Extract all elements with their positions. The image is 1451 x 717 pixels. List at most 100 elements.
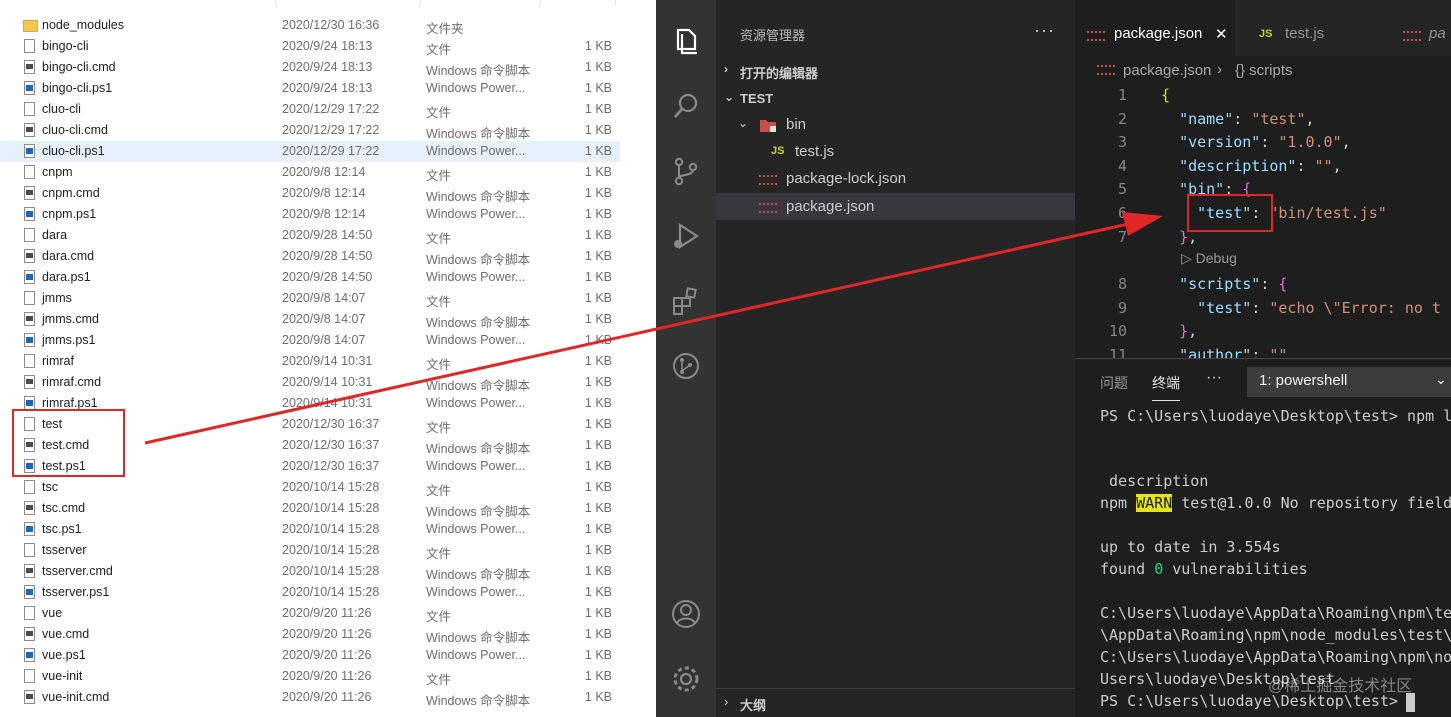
panel-more-button[interactable]: ··· — [1206, 369, 1222, 387]
search-icon[interactable] — [670, 90, 702, 122]
file-size: 1 KB — [584, 606, 612, 620]
ps-file-icon — [24, 396, 35, 410]
cmd-file-icon — [24, 627, 35, 641]
tab-problems[interactable]: 问题 — [1100, 373, 1128, 393]
tab-test-js[interactable]: JS test.js — [1235, 0, 1385, 56]
explorer-files-icon[interactable] — [670, 25, 702, 57]
file-row[interactable]: tsc.ps1 2020/10/14 15:28 Windows Power... 1… — [0, 519, 620, 540]
file-size: 1 KB — [584, 396, 612, 410]
file-row[interactable]: vue 2020/9/20 11:26 文件 1 KB — [0, 603, 620, 624]
code-line[interactable]: 2 "name": "test", — [1075, 108, 1451, 132]
source-control-icon[interactable] — [670, 155, 702, 187]
tree-item-package-json[interactable]: package.json — [716, 193, 1075, 220]
file-row[interactable]: node_modules 2020/12/30 16:36 文件夹 — [0, 15, 620, 36]
code-line[interactable]: 10 }, — [1075, 320, 1451, 344]
file-row[interactable]: cluo-cli.ps1 2020/12/29 17:22 Windows Powe… — [0, 141, 620, 162]
chevron-right-icon: › — [724, 62, 728, 76]
tree-item-package-lock[interactable]: package-lock.json — [716, 165, 1075, 192]
file-row[interactable]: tsserver.ps1 2020/10/14 15:28 Windows Powe… — [0, 582, 620, 603]
run-debug-icon[interactable] — [670, 220, 702, 252]
file-row[interactable]: cnpm.ps1 2020/9/8 12:14 Windows Power... 1 … — [0, 204, 620, 225]
file-name: tsserver — [42, 543, 87, 557]
file-row[interactable]: cluo-cli 2020/12/29 17:22 文件 1 KB — [0, 99, 620, 120]
file-size: 1 KB — [584, 585, 612, 599]
terminal-select[interactable]: 1: powershell ⌄ — [1247, 367, 1451, 397]
file-row[interactable]: bingo-cli.cmd 2020/9/24 18:13 Windows 命令脚本… — [0, 57, 620, 78]
file-row[interactable]: bingo-cli 2020/9/24 18:13 文件 1 KB — [0, 36, 620, 57]
ps-file-icon — [24, 648, 35, 662]
file-row[interactable]: dara.cmd 2020/9/28 14:50 Windows 命令脚本 1 KB — [0, 246, 620, 267]
file-row[interactable]: jmms.cmd 2020/9/8 14:07 Windows 命令脚本 1 KB — [0, 309, 620, 330]
settings-gear-icon[interactable] — [670, 663, 702, 695]
file-row[interactable]: vue-init.cmd 2020/9/20 11:26 Windows 命令脚本 1… — [0, 687, 620, 708]
file-row[interactable]: vue-init 2020/9/20 11:26 文件 1 KB — [0, 666, 620, 687]
file-size: 1 KB — [584, 60, 612, 74]
file-row[interactable]: cnpm 2020/9/8 12:14 文件 1 KB — [0, 162, 620, 183]
activity-bar — [656, 0, 716, 717]
tab-partial[interactable]: pa — [1387, 0, 1451, 56]
breadcrumb-symbol[interactable]: {} scripts — [1235, 62, 1293, 79]
folder-section-test[interactable]: ⌄ TEST — [716, 87, 1075, 109]
breadcrumb: package.json › {} scripts — [1075, 56, 1451, 84]
file-size: 1 KB — [584, 564, 612, 578]
code-line[interactable]: 8 "scripts": { — [1075, 273, 1451, 297]
account-icon[interactable] — [670, 598, 702, 630]
file-row[interactable]: tsc 2020/10/14 15:28 文件 1 KB — [0, 477, 620, 498]
cmd-file-icon — [24, 312, 35, 326]
file-date: 2020/10/14 15:28 — [282, 564, 380, 578]
code-editor[interactable]: package.json ✕ JS test.js pa package.jso… — [1075, 0, 1451, 364]
code-line[interactable]: 1{ — [1075, 84, 1451, 108]
file-name: dara.ps1 — [42, 270, 91, 284]
file-size: 1 KB — [584, 165, 612, 179]
open-editors-section[interactable]: › 打开的编辑器 — [716, 59, 1075, 81]
file-type: 文件 — [426, 169, 452, 183]
terminal-line: PS C:\Users\luodaye\Desktop\test> npm l — [1100, 407, 1451, 425]
file-type: 文件 — [426, 295, 452, 309]
breadcrumb-file[interactable]: package.json — [1123, 62, 1211, 79]
code-line[interactable]: 3 "version": "1.0.0", — [1075, 131, 1451, 155]
file-file-icon — [24, 165, 35, 179]
file-row[interactable]: vue.cmd 2020/9/20 11:26 Windows 命令脚本 1 KB — [0, 624, 620, 645]
file-date: 2020/10/14 15:28 — [282, 480, 380, 494]
cmd-file-icon — [24, 186, 35, 200]
tree-item-test-js[interactable]: JS test.js — [716, 138, 1075, 165]
file-row[interactable]: dara.ps1 2020/9/28 14:50 Windows Power... 1… — [0, 267, 620, 288]
tree-item-bin[interactable]: ⌄ bin — [716, 111, 1075, 138]
file-row[interactable]: cluo-cli.cmd 2020/12/29 17:22 Windows 命令脚本… — [0, 120, 620, 141]
file-row[interactable]: cnpm.cmd 2020/9/8 12:14 Windows 命令脚本 1 KB — [0, 183, 620, 204]
debug-codelens[interactable]: ▷ Debug — [1181, 250, 1237, 267]
file-row[interactable]: jmms 2020/9/8 14:07 文件 1 KB — [0, 288, 620, 309]
file-row[interactable]: tsc.cmd 2020/10/14 15:28 Windows 命令脚本 1 KB — [0, 498, 620, 519]
line-number: 7 — [1117, 227, 1127, 246]
tab-terminal[interactable]: 终端 — [1152, 373, 1180, 401]
file-row[interactable]: rimraf 2020/9/14 10:31 文件 1 KB — [0, 351, 620, 372]
file-row[interactable]: tsserver 2020/10/14 15:28 文件 1 KB — [0, 540, 620, 561]
file-row[interactable]: jmms.ps1 2020/9/8 14:07 Windows Power... 1 … — [0, 330, 620, 351]
file-row[interactable]: tsserver.cmd 2020/10/14 15:28 Windows 命令脚本… — [0, 561, 620, 582]
file-name: vue-init — [42, 669, 83, 683]
file-row[interactable]: dara 2020/9/28 14:50 文件 1 KB — [0, 225, 620, 246]
extensions-icon[interactable] — [670, 285, 702, 317]
file-row[interactable]: rimraf.cmd 2020/9/14 10:31 Windows 命令脚本 1 K… — [0, 372, 620, 393]
close-icon[interactable]: ✕ — [1215, 25, 1228, 43]
file-size: 1 KB — [584, 270, 612, 284]
terminal-line: description — [1100, 472, 1209, 490]
terminal-line: \AppData\Roaming\npm\node_modules\test\ — [1100, 626, 1451, 644]
file-date: 2020/9/28 14:50 — [282, 228, 373, 242]
file-size: 1 KB — [584, 291, 612, 305]
file-size: 1 KB — [584, 186, 612, 200]
file-type: 文件 — [426, 358, 452, 372]
tab-package-json[interactable]: package.json ✕ — [1075, 0, 1235, 56]
sidebar-more-button[interactable]: ··· — [1034, 20, 1055, 41]
code-line[interactable]: 9 "test": "echo \"Error: no t — [1075, 297, 1451, 321]
file-row[interactable]: bingo-cli.ps1 2020/9/24 18:13 Windows Powe… — [0, 78, 620, 99]
js-file-icon: JS — [771, 145, 785, 157]
file-row[interactable]: vue.ps1 2020/9/20 11:26 Windows Power... 1 … — [0, 645, 620, 666]
code-line[interactable]: 4 "description": "", — [1075, 155, 1451, 179]
outline-section[interactable]: › 大纲 — [716, 688, 1075, 717]
file-file-icon — [24, 543, 35, 557]
git-graph-icon[interactable] — [670, 350, 702, 382]
file-date: 2020/10/14 15:28 — [282, 501, 380, 515]
cmd-file-icon — [24, 375, 35, 389]
cmd-file-icon — [24, 501, 35, 515]
